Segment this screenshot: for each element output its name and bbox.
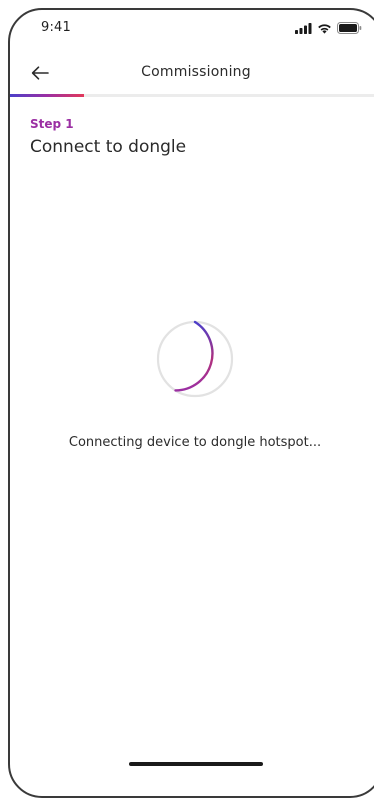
page-title: Commissioning (141, 64, 251, 80)
phone-frame: 9:41 Commissioning Step 1 Connect to don… (8, 8, 374, 798)
status-bar: 9:41 (10, 10, 374, 50)
status-icons (295, 22, 362, 34)
status-time: 9:41 (41, 20, 71, 35)
spinner-arc (174, 320, 214, 392)
app-header: Commissioning (10, 58, 374, 96)
battery-icon (337, 22, 362, 34)
wifi-icon (318, 23, 331, 34)
step-title: Connect to dongle (30, 137, 187, 157)
cellular-signal-icon (295, 22, 312, 34)
connection-status-message: Connecting device to dongle hotspot... (68, 435, 322, 450)
step-progress-fill (10, 94, 85, 97)
step-label: Step 1 (30, 117, 74, 131)
home-indicator (129, 762, 263, 766)
step-progress-bar (10, 94, 374, 97)
loading-spinner (156, 320, 234, 398)
